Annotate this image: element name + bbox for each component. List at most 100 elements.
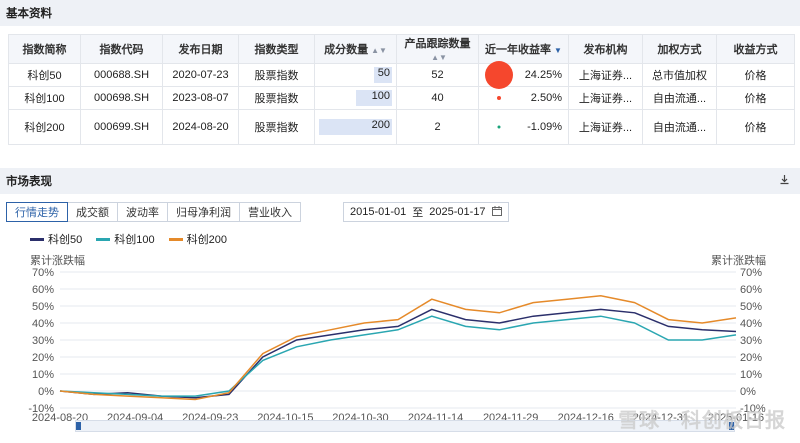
return-method: 价格 (716, 109, 795, 145)
col-header-code[interactable]: 指数代码 (80, 34, 163, 64)
institution: 上海证券... (568, 86, 643, 110)
date-to[interactable]: 2025-01-17 (429, 206, 485, 218)
sort-icon[interactable]: ▲▼ (431, 53, 447, 62)
cumulative-return-chart: -10% -10%0% 0%10% 10%20% 20%30% 30%40% 40%50% 5… (28, 267, 766, 422)
sort-desc-icon[interactable]: ▼ (554, 46, 562, 55)
release-date: 2020-07-23 (162, 63, 239, 87)
col-header-count[interactable]: 成分数量 ▲▼ (314, 34, 397, 64)
y-tick-label-right: 70% (740, 267, 762, 279)
watermark: 雪球 · 科创板日报 (618, 410, 786, 432)
index-code-link[interactable]: 000698.SH (80, 86, 163, 110)
tab-price-trend[interactable]: 行情走势 (6, 202, 68, 222)
index-name-link[interactable]: 科创100 (8, 86, 81, 110)
y-tick-label-right: 20% (740, 352, 762, 364)
legend-swatch (168, 237, 183, 241)
chart-legend: 科创50 科创100 科创200 (30, 231, 227, 247)
constituent-count-cell: 100 (314, 86, 397, 110)
date-separator: 至 (412, 207, 424, 219)
index-code-link[interactable]: 000688.SH (80, 63, 163, 87)
col-header-return[interactable]: 近一年收益率 ▼ (478, 34, 569, 64)
release-date: 2023-08-07 (162, 86, 239, 110)
y-tick-label-left: 70% (32, 267, 54, 279)
one-year-return: 24.25% (524, 69, 562, 81)
table-row[interactable]: 科创100 000698.SH 2023-08-07 股票指数 100 40 2.50% 上海… (8, 86, 795, 110)
y-tick-label-right: 40% (740, 318, 762, 330)
tab-volatility[interactable]: 波动率 (117, 202, 168, 222)
return-bubble (497, 96, 501, 100)
legend-label: 科创50 (48, 234, 83, 246)
return-bubble (485, 61, 513, 89)
table-row[interactable]: 科创200 000699.SH 2024-08-20 股票指数 200 2 -1.09% 上海… (8, 109, 795, 145)
tracking-count[interactable]: 2 (396, 109, 479, 145)
series-line (59, 315, 737, 397)
index-type: 股票指数 (238, 86, 315, 110)
legend-item[interactable]: 科创200 (168, 231, 227, 247)
y-tick-label-left: 40% (32, 318, 54, 330)
return-method: 价格 (716, 63, 795, 87)
series-line (59, 295, 737, 401)
calendar-icon[interactable] (491, 205, 502, 219)
col-header-method[interactable]: 收益方式 (716, 34, 795, 64)
return-bubble (497, 125, 501, 129)
date-range-picker[interactable]: 2015-01-01 至 2025-01-17 (343, 202, 509, 222)
basic-info-title: 基本资料 (6, 8, 52, 20)
col-header-date[interactable]: 发布日期 (162, 34, 239, 64)
return-method: 价格 (716, 86, 795, 110)
one-year-return: -1.09% (527, 121, 562, 133)
y-tick-label-left: 60% (32, 284, 54, 296)
y-tick-label-left: 0% (38, 386, 54, 398)
market-title: 市场表现 (6, 176, 52, 188)
one-year-return: 2.50% (530, 92, 562, 104)
table-header-row: 指数简称 指数代码 发布日期 指数类型 成分数量 ▲▼ 产品跟踪数量▲▼ 近一年收… (8, 34, 795, 64)
market-tabs: 行情走势 成交额 波动率 归母净利润 营业收入 (6, 202, 301, 222)
legend-item[interactable]: 科创50 (30, 231, 82, 247)
col-header-institution[interactable]: 发布机构 (568, 34, 643, 64)
date-from[interactable]: 2015-01-01 (350, 206, 406, 218)
return-cell: 24.25% (478, 61, 569, 89)
tracking-count[interactable]: 52 (396, 63, 479, 87)
download-icon[interactable] (779, 174, 790, 188)
y-tick-label-right: 50% (740, 301, 762, 313)
col-header-name[interactable]: 指数简称 (8, 34, 81, 64)
release-date: 2024-08-20 (162, 109, 239, 145)
return-cell: -1.09% (478, 109, 569, 145)
constituent-count-cell: 50 (314, 63, 397, 87)
tab-revenue[interactable]: 营业收入 (239, 202, 301, 222)
tracking-count[interactable]: 40 (396, 86, 479, 110)
col-header-tracking[interactable]: 产品跟踪数量▲▼ (396, 34, 479, 64)
y-tick-label-right: 0% (740, 386, 756, 398)
legend-label: 科创200 (186, 234, 227, 246)
tab-turnover[interactable]: 成交额 (67, 202, 118, 222)
index-name-link[interactable]: 科创50 (8, 63, 81, 87)
legend-swatch (96, 237, 111, 241)
y-tick-label-left: 10% (32, 369, 54, 381)
weighting-method: 总市值加权 (642, 63, 717, 87)
weighting-method: 自由流通... (642, 86, 717, 110)
return-cell: 2.50% (478, 86, 569, 110)
col-header-type[interactable]: 指数类型 (238, 34, 315, 64)
constituent-count: 100 (371, 90, 390, 102)
constituent-count: 200 (371, 119, 390, 131)
y-tick-label-left: 50% (32, 301, 54, 313)
legend-label: 科创100 (114, 234, 155, 246)
zoom-handle-left[interactable] (76, 422, 81, 430)
index-code-link[interactable]: 000699.SH (80, 109, 163, 145)
tab-net-profit[interactable]: 归母净利润 (167, 202, 240, 222)
y-tick-label-right: 10% (740, 369, 762, 381)
basic-info-header: 基本资料 (0, 0, 800, 26)
index-type: 股票指数 (238, 63, 315, 87)
y-tick-label-left: 20% (32, 352, 54, 364)
constituent-count: 50 (377, 67, 390, 79)
legend-item[interactable]: 科创100 (96, 231, 155, 247)
institution: 上海证券... (568, 63, 643, 87)
index-info-table: 指数简称 指数代码 发布日期 指数类型 成分数量 ▲▼ 产品跟踪数量▲▼ 近一年收… (8, 34, 795, 145)
sort-icon[interactable]: ▲▼ (371, 46, 387, 55)
basic-info-panel: 指数简称 指数代码 发布日期 指数类型 成分数量 ▲▼ 产品跟踪数量▲▼ 近一年收… (0, 26, 800, 158)
y-tick-label-left: 30% (32, 335, 54, 347)
index-name-link[interactable]: 科创200 (8, 109, 81, 145)
col-header-weighting[interactable]: 加权方式 (642, 34, 717, 64)
y-tick-label-right: 30% (740, 335, 762, 347)
constituent-count-cell: 200 (314, 109, 397, 145)
table-row[interactable]: 科创50 000688.SH 2020-07-23 股票指数 50 52 24.25% 上海证… (8, 61, 795, 89)
y-tick-label-right: 60% (740, 284, 762, 296)
